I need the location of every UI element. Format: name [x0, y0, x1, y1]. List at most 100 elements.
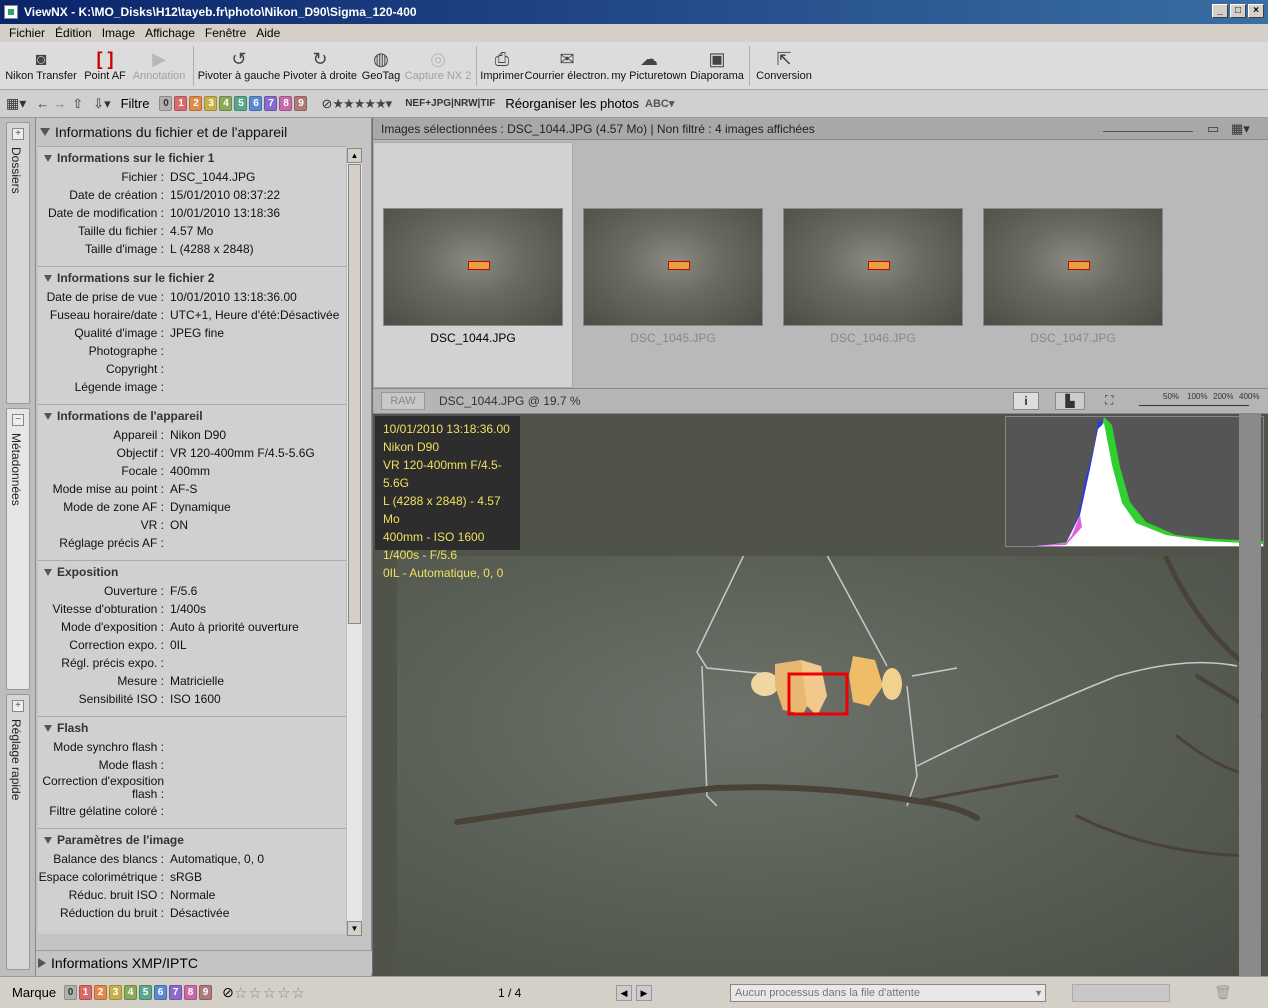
meta-value: 1/400s — [170, 602, 207, 616]
tab-metadonnees[interactable]: − Métadonnées — [6, 408, 30, 690]
annotation-button[interactable]: ▶ Annotation — [128, 42, 190, 90]
reorganize-label[interactable]: Réorganiser les photos — [505, 96, 639, 111]
rating-stars[interactable]: ☆☆☆☆☆ — [234, 984, 306, 1002]
slideshow-button[interactable]: ▣ Diaporama — [688, 42, 746, 90]
file-type-filter[interactable]: NEF+JPG|NRW|TIF — [405, 98, 495, 109]
prev-arrow-icon[interactable]: ◀ — [616, 984, 632, 1001]
label-3[interactable]: 3 — [109, 985, 123, 1000]
fit-screen-icon[interactable]: ⛶ — [1105, 393, 1113, 408]
meta-section-header[interactable]: Flash — [38, 721, 346, 735]
window-title: ViewNX - K:\MO_Disks\H12\tayeb.fr\photo\… — [24, 5, 417, 19]
scroll-thumb[interactable] — [348, 164, 361, 624]
main-photo[interactable] — [397, 556, 1262, 976]
label-2[interactable]: 2 — [94, 985, 108, 1000]
thumbnail-item[interactable]: DSC_1044.JPG — [383, 208, 563, 345]
raw-button[interactable]: RAW — [381, 392, 425, 410]
label-6[interactable]: 6 — [249, 96, 263, 111]
minimize-button[interactable]: _ — [1212, 4, 1228, 18]
histogram-icon[interactable]: ▙ — [1055, 392, 1085, 410]
meta-section-header[interactable]: Informations sur le fichier 2 — [38, 271, 346, 285]
up-folder-icon[interactable]: ⇧ — [72, 96, 83, 112]
conversion-button[interactable]: ⇱ Conversion — [753, 42, 815, 90]
meta-section-header[interactable]: Paramètres de l'image — [38, 833, 346, 847]
viewer-scrollbar[interactable] — [1239, 414, 1261, 976]
sort-alpha-icon[interactable]: ABC▾ — [645, 97, 674, 110]
thumbnail-item[interactable]: DSC_1047.JPG — [983, 208, 1163, 345]
menu-affichage[interactable]: Affichage — [140, 26, 200, 40]
label-4[interactable]: 4 — [124, 985, 138, 1000]
thumbnail-image — [583, 208, 763, 326]
meta-section-header[interactable]: Informations sur le fichier 1 — [38, 151, 346, 165]
label-8[interactable]: 8 — [184, 985, 198, 1000]
meta-key: Fichier : — [121, 170, 164, 184]
zoom-slider[interactable] — [1139, 405, 1249, 406]
label-1[interactable]: 1 — [174, 96, 188, 111]
back-arrow-icon[interactable]: ← — [36, 96, 49, 111]
email-button[interactable]: ✉ Courrier électron. — [524, 42, 610, 90]
label-7[interactable]: 7 — [169, 985, 183, 1000]
meta-section-header[interactable]: Exposition — [38, 565, 346, 579]
process-queue-select[interactable]: Aucun processus dans la file d'attente ▼ — [730, 983, 1046, 1002]
meta-row: Correction d'exposition flash : — [38, 774, 346, 802]
capture-nx2-button[interactable]: ◎ Capture NX 2 — [403, 42, 473, 90]
meta-value: Dynamique — [170, 500, 231, 514]
rotate-left-button[interactable]: ↺ Pivoter à gauche — [197, 42, 281, 90]
menu-edition[interactable]: Édition — [50, 26, 97, 40]
metadata-scrollbar[interactable]: ▲ ▼ — [346, 148, 362, 936]
scroll-up-icon[interactable]: ▲ — [347, 148, 362, 163]
tab-reglage-rapide[interactable]: + Réglage rapide — [6, 694, 30, 970]
layout-grid-icon[interactable]: ▦▾ — [6, 95, 26, 112]
page-indicator: 1 / 4 — [498, 985, 522, 1000]
label-0[interactable]: 0 — [64, 985, 78, 1000]
menu-image[interactable]: Image — [97, 26, 140, 40]
label-5[interactable]: 5 — [139, 985, 153, 1000]
info-overlay-icon[interactable]: i — [1013, 392, 1039, 410]
meta-value: 0IL — [170, 638, 187, 652]
trash-icon[interactable]: 🗑 — [1214, 984, 1232, 1001]
title-bar: ViewNX - K:\MO_Disks\H12\tayeb.fr\photo\… — [0, 0, 1268, 24]
label-4[interactable]: 4 — [219, 96, 233, 111]
forward-arrow-icon[interactable]: → — [53, 96, 66, 111]
view-mode-icon[interactable]: ▭ — [1207, 121, 1219, 137]
nikon-transfer-button[interactable]: ◙ Nikon Transfer — [0, 42, 82, 90]
meta-section-header[interactable]: Informations de l'appareil — [38, 409, 346, 423]
menu-fenetre[interactable]: Fenêtre — [200, 26, 251, 40]
label-3[interactable]: 3 — [204, 96, 218, 111]
label-8[interactable]: 8 — [279, 96, 293, 111]
rating-stars[interactable]: ★★★★★▾ — [332, 96, 392, 112]
thumbnail-item[interactable]: DSC_1046.JPG — [783, 208, 963, 345]
picturetown-icon: ☁ — [640, 49, 658, 69]
scroll-down-icon[interactable]: ▼ — [347, 921, 362, 936]
thumb-size-slider[interactable] — [1103, 124, 1193, 132]
label-2[interactable]: 2 — [189, 96, 203, 111]
file-camera-info-header[interactable]: Informations du fichier et de l'appareil — [36, 118, 372, 146]
meta-row: Appareil : Nikon D90 — [38, 426, 346, 444]
sort-icon[interactable]: ⇩▾ — [93, 96, 110, 112]
next-arrow-icon[interactable]: ▶ — [636, 984, 652, 1001]
collapse-triangle-icon — [44, 412, 52, 420]
label-6[interactable]: 6 — [154, 985, 168, 1000]
label-9[interactable]: 9 — [294, 96, 308, 111]
meta-key: Réglage précis AF : — [59, 536, 164, 550]
meta-row: Date de prise de vue : 10/01/2010 13:18:3… — [38, 288, 346, 306]
grid-view-icon[interactable]: ▦▾ — [1231, 121, 1250, 137]
thumbnail-item[interactable]: DSC_1045.JPG — [583, 208, 763, 345]
label-9[interactable]: 9 — [199, 985, 213, 1000]
rotate-right-button[interactable]: ↻ Pivoter à droite — [281, 42, 359, 90]
print-button[interactable]: ⎙ Imprimer — [480, 42, 524, 90]
tab-dossiers[interactable]: + Dossiers — [6, 122, 30, 404]
xmp-iptc-header[interactable]: Informations XMP/IPTC — [36, 950, 372, 974]
close-button[interactable]: × — [1248, 4, 1264, 18]
geotag-button[interactable]: ◍ GeoTag — [359, 42, 403, 90]
label-0[interactable]: 0 — [159, 96, 173, 111]
menu-fichier[interactable]: Fichier — [4, 26, 50, 40]
no-rating-icon[interactable]: ⊘ — [321, 96, 332, 112]
label-5[interactable]: 5 — [234, 96, 248, 111]
menu-aide[interactable]: Aide — [251, 26, 285, 40]
label-7[interactable]: 7 — [264, 96, 278, 111]
label-1[interactable]: 1 — [79, 985, 93, 1000]
no-rating-icon[interactable]: ⊘ — [222, 984, 234, 1001]
af-point-button[interactable]: [ ] Point AF — [82, 42, 128, 90]
maximize-button[interactable]: □ — [1230, 4, 1246, 18]
picturetown-button[interactable]: ☁ my Picturetown — [610, 42, 688, 90]
